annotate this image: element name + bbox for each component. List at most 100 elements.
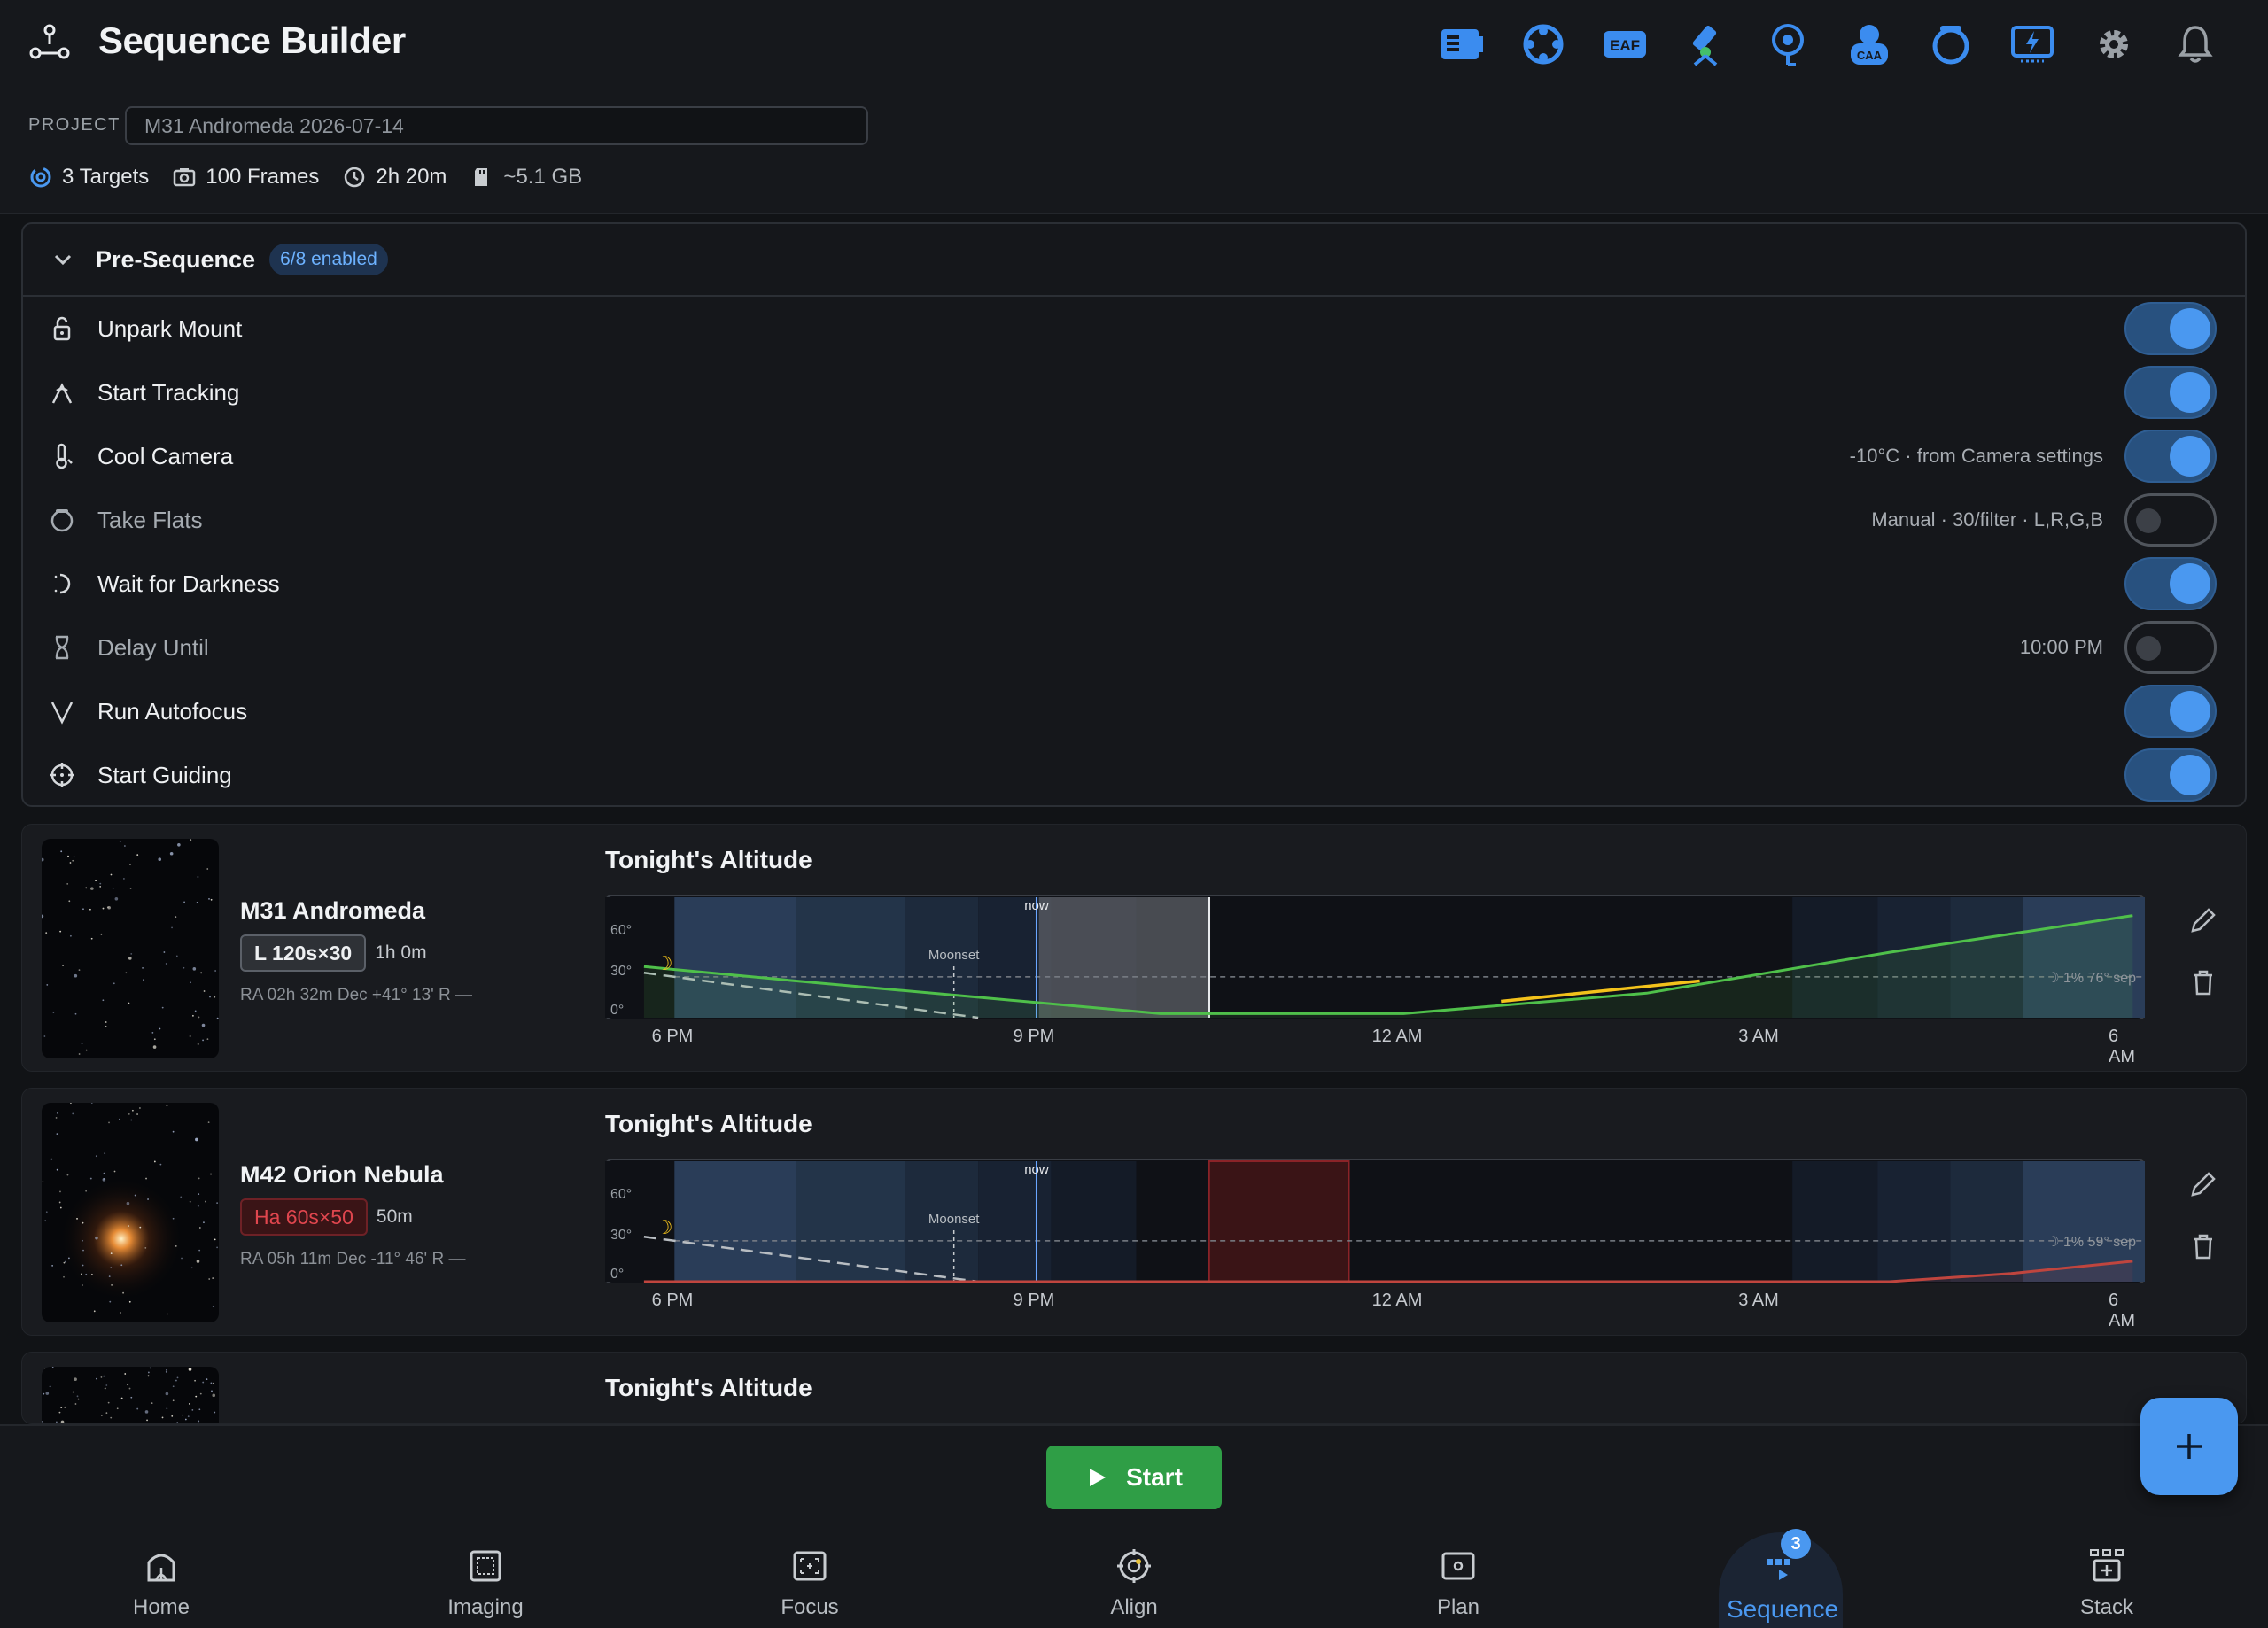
plus-icon bbox=[2177, 1434, 2202, 1459]
target-name: M42 Orion Nebula bbox=[240, 1161, 444, 1188]
target-thumbnail bbox=[42, 1103, 219, 1322]
pre-item-label: Delay Until bbox=[97, 633, 209, 661]
start-sequence-button[interactable]: Start bbox=[1046, 1446, 1222, 1509]
pre-item-label: Unpark Mount bbox=[97, 314, 243, 342]
start-guiding-toggle[interactable] bbox=[2124, 748, 2217, 802]
altitude-chart-svg: 60° 30° 0° now Moonset ☽ ☽ 1% 76° sep bbox=[604, 895, 2146, 1020]
sequence-count-badge: 3 bbox=[1781, 1529, 1811, 1559]
moon-icon bbox=[54, 573, 71, 594]
x-tick-label: 6 AM bbox=[2109, 1027, 2135, 1066]
target-coordinates: RA 05h 11m Dec -11° 46' R — bbox=[240, 1250, 466, 1268]
moon-phase-icon: ☽ bbox=[656, 952, 673, 974]
delay-until-toggle[interactable] bbox=[2124, 621, 2217, 674]
delete-trash-icon[interactable] bbox=[2186, 965, 2221, 1000]
twilight-band bbox=[674, 1161, 796, 1282]
nav-imaging[interactable]: Imaging bbox=[397, 1522, 574, 1628]
nav-align[interactable]: Align bbox=[1045, 1522, 1223, 1628]
altitude-chart: 60° 30° 0° now Moonset ☽ ☽ 1% 59° sep 6 PM 9 P… bbox=[604, 1159, 2146, 1330]
target-card-m31[interactable]: M31 Andromeda L 120s×30 1h 0m RA 02h 32m… bbox=[21, 824, 2247, 1072]
filter-wheel-icon[interactable] bbox=[1503, 16, 1584, 73]
pre-item-cool-camera: Cool Camera -10°C · from Camera settings bbox=[23, 424, 2245, 488]
project-name-input[interactable] bbox=[125, 106, 868, 145]
exposure-chip[interactable]: Ha 60s×50 bbox=[240, 1198, 368, 1236]
moon-info-label: ☽ 1% 76° sep bbox=[2047, 971, 2136, 986]
nav-home[interactable]: Home bbox=[73, 1522, 250, 1628]
project-label: PROJECT bbox=[28, 115, 120, 135]
edit-pencil-icon[interactable] bbox=[2186, 1167, 2221, 1202]
duration-stat: 2h 20m bbox=[342, 165, 447, 190]
plan-icon bbox=[1441, 1552, 1475, 1580]
chevron-down-icon[interactable] bbox=[50, 246, 76, 273]
target-name: M31 Andromeda bbox=[240, 897, 426, 924]
scheduled-window bbox=[1208, 1160, 1350, 1283]
hourglass-icon bbox=[55, 635, 69, 660]
settings-gear-icon[interactable] bbox=[2073, 16, 2155, 73]
nav-stack[interactable]: Stack bbox=[2018, 1522, 2195, 1628]
nav-focus[interactable]: Focus bbox=[721, 1522, 898, 1628]
telescope-mount-icon[interactable] bbox=[1666, 16, 1747, 73]
nav-plan[interactable]: Plan bbox=[1370, 1522, 1547, 1628]
flat-panel-icon[interactable] bbox=[1910, 16, 1992, 73]
x-tick-label: 6 AM bbox=[2109, 1291, 2135, 1330]
run-autofocus-toggle[interactable] bbox=[2124, 685, 2217, 738]
estimated-size: ~5.1 GB bbox=[503, 165, 583, 189]
start-tracking-toggle[interactable] bbox=[2124, 366, 2217, 419]
x-tick-label: 3 AM bbox=[1738, 1291, 1779, 1310]
pre-sequence-header[interactable]: Pre-Sequence 6/8 enabled bbox=[23, 224, 2245, 297]
clock-icon bbox=[345, 167, 365, 188]
now-label: now bbox=[1024, 1162, 1049, 1177]
twilight-band bbox=[1051, 1161, 1137, 1282]
edit-pencil-icon[interactable] bbox=[2186, 903, 2221, 938]
nav-label: Stack bbox=[2079, 1595, 2134, 1619]
delete-trash-icon[interactable] bbox=[2186, 1229, 2221, 1264]
take-flats-toggle[interactable] bbox=[2124, 493, 2217, 547]
target-card-3[interactable]: Tonight's Altitude bbox=[21, 1352, 2247, 1424]
wait-for-darkness-toggle[interactable] bbox=[2124, 557, 2217, 610]
y-tick-label: 0° bbox=[610, 1003, 624, 1018]
now-label: now bbox=[1024, 898, 1049, 913]
moon-phase-icon: ☽ bbox=[656, 1216, 673, 1238]
notifications-bell-icon[interactable] bbox=[2155, 16, 2236, 73]
frames-count: 100 Frames bbox=[206, 165, 320, 189]
unpark-mount-toggle[interactable] bbox=[2124, 302, 2217, 355]
add-target-button[interactable] bbox=[2140, 1398, 2238, 1495]
y-tick-label: 0° bbox=[610, 1267, 624, 1282]
frames-stat: 100 Frames bbox=[172, 165, 319, 190]
caa-rotator-icon[interactable]: CAA bbox=[1829, 16, 1910, 73]
exposure-chip[interactable]: L 120s×30 bbox=[240, 934, 367, 972]
pre-item-take-flats: Take Flats Manual · 30/filter · L,R,G,B bbox=[23, 488, 2245, 552]
altitude-chart-title: Tonight's Altitude bbox=[605, 1374, 812, 1401]
thermometer-icon bbox=[56, 443, 73, 469]
y-tick-label: 30° bbox=[610, 1228, 632, 1243]
imaging-icon bbox=[470, 1550, 501, 1582]
pre-item-wait-for-darkness: Wait for Darkness bbox=[23, 552, 2245, 616]
pre-item-start-guiding: Start Guiding bbox=[23, 743, 2245, 807]
scheduled-window bbox=[1038, 897, 1209, 1018]
y-tick-label: 60° bbox=[610, 923, 632, 938]
x-tick-label: 6 PM bbox=[651, 1027, 694, 1046]
guider-icon[interactable] bbox=[1747, 16, 1829, 73]
eaf-label: EAF bbox=[1610, 37, 1640, 54]
pre-item-label: Start Guiding bbox=[97, 761, 232, 788]
pre-item-start-tracking: Start Tracking bbox=[23, 360, 2245, 424]
enabled-count-badge: 6/8 enabled bbox=[269, 244, 388, 275]
flat-panel-icon bbox=[50, 509, 74, 532]
unlock-icon bbox=[53, 316, 71, 341]
pre-sequence-panel: Pre-Sequence 6/8 enabled Unpark Mount St… bbox=[21, 222, 2247, 807]
pre-item-label: Run Autofocus bbox=[97, 697, 248, 725]
altitude-chart: 60° 30° 0° now Moonset ☽ ☽ 1% 76° sep 6 PM 9 P… bbox=[604, 895, 2146, 1066]
target-card-m42[interactable]: M42 Orion Nebula Ha 60s×50 50m RA 05h 11… bbox=[21, 1088, 2247, 1336]
total-duration: 2h 20m bbox=[376, 165, 447, 189]
pre-item-label: Start Tracking bbox=[97, 378, 240, 406]
sequence-stats: 3 Targets 100 Frames 2h 20m ~5.1 GB bbox=[28, 165, 605, 190]
start-label: Start bbox=[1126, 1463, 1183, 1491]
x-tick-label: 9 PM bbox=[1013, 1291, 1055, 1310]
sd-card-icon bbox=[475, 168, 488, 186]
moon-info-label: ☽ 1% 59° sep bbox=[2047, 1235, 2136, 1250]
stack-icon bbox=[2090, 1549, 2124, 1582]
cool-camera-toggle[interactable] bbox=[2124, 430, 2217, 483]
eaf-focuser-icon[interactable]: EAF bbox=[1584, 16, 1666, 73]
camera-icon[interactable] bbox=[1421, 16, 1503, 73]
pre-item-label: Wait for Darkness bbox=[97, 570, 280, 597]
power-box-icon[interactable] bbox=[1992, 16, 2073, 73]
